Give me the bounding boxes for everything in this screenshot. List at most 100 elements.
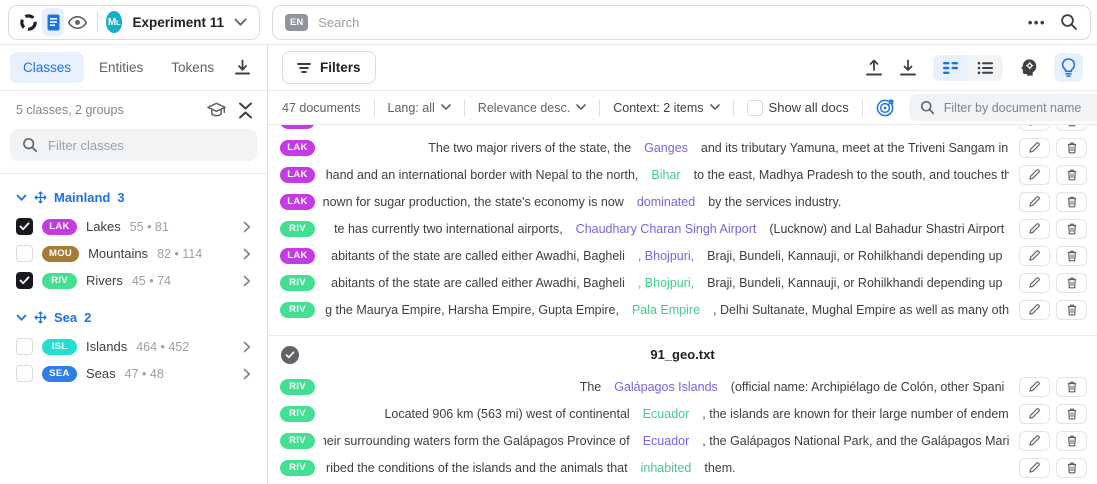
- chevron-down-icon[interactable]: [16, 194, 27, 202]
- divider: [97, 12, 98, 32]
- class-group-header[interactable]: Sea 2: [14, 306, 259, 333]
- delete-button[interactable]: [1056, 192, 1087, 212]
- annotation-row[interactable]: RIV Located 906 km (563 mi) west of cont…: [268, 400, 1097, 427]
- edit-button[interactable]: [1019, 273, 1050, 293]
- edit-button[interactable]: [1019, 219, 1050, 239]
- edit-button[interactable]: [1019, 246, 1050, 266]
- sync-button[interactable]: [17, 8, 40, 36]
- annotation-row[interactable]: RIV The Galápagos Islands (official name…: [268, 373, 1097, 400]
- chevron-right-icon[interactable]: [243, 368, 251, 380]
- class-checkbox[interactable]: [16, 365, 33, 382]
- card-view-button[interactable]: [933, 55, 968, 81]
- collapse-all-icon[interactable]: [238, 102, 253, 119]
- class-name: Islands: [86, 339, 127, 354]
- move-icon[interactable]: [34, 191, 47, 204]
- chevron-right-icon[interactable]: [243, 248, 251, 260]
- context-dropdown[interactable]: Context: 2 items: [613, 101, 719, 115]
- annotation-badge: LAK: [280, 194, 315, 210]
- suggestions-button[interactable]: [1054, 53, 1083, 82]
- class-checkbox[interactable]: [16, 272, 33, 289]
- annotation-row[interactable]: LAK The two major rivers of the state, t…: [268, 134, 1097, 161]
- edit-button[interactable]: [1019, 377, 1050, 397]
- chevron-right-icon[interactable]: [243, 341, 251, 353]
- context-right: Braji, Bundeli, Kannauji, or Rohilkhandi…: [707, 249, 1009, 263]
- edit-button[interactable]: [1019, 431, 1050, 451]
- row-actions: [1019, 165, 1087, 185]
- class-group-header[interactable]: Mainland 3: [14, 186, 259, 213]
- filters-button[interactable]: Filters: [282, 51, 376, 84]
- entity-text: Ecuador: [643, 434, 690, 448]
- delete-button[interactable]: [1056, 219, 1087, 239]
- annotation-row[interactable]: RIV abitants of the state are called eit…: [268, 269, 1097, 296]
- psychology-icon[interactable]: [1019, 58, 1038, 77]
- delete-button[interactable]: [1056, 246, 1087, 266]
- download-icon[interactable]: [899, 59, 917, 77]
- view-toggle: [933, 55, 1003, 81]
- delete-button[interactable]: [1056, 404, 1087, 424]
- edit-button[interactable]: [1019, 458, 1050, 478]
- list-view-button[interactable]: [968, 55, 1003, 81]
- preview-button[interactable]: [66, 8, 89, 36]
- language-badge[interactable]: EN: [285, 14, 308, 31]
- document-header: 91_geo.txt: [268, 335, 1097, 369]
- edit-button[interactable]: [1019, 165, 1050, 185]
- document-filter-input[interactable]: [944, 101, 1097, 115]
- class-filter-input[interactable]: [48, 138, 245, 153]
- workspace-name[interactable]: Experiment 11: [132, 15, 224, 30]
- delete-button[interactable]: [1056, 165, 1087, 185]
- context-right: by the services industry.: [708, 195, 1009, 209]
- row-actions: [1019, 300, 1087, 320]
- group-name: Mainland: [54, 190, 110, 205]
- row-actions: [1019, 404, 1087, 424]
- edit-button[interactable]: [1019, 404, 1050, 424]
- annotation-row[interactable]: RIV te has currently two international a…: [268, 215, 1097, 242]
- annotation-row[interactable]: RIV g the Maurya Empire, Harsha Empire, …: [268, 296, 1097, 323]
- annotation-row[interactable]: RIV ribed the conditions of the islands …: [268, 454, 1097, 481]
- annotation-row[interactable]: LAK: [268, 125, 1097, 134]
- chevron-down-icon[interactable]: [234, 18, 247, 27]
- documents-view-button[interactable]: [42, 8, 65, 36]
- annotation-row[interactable]: LAK abitants of the state are called eit…: [268, 242, 1097, 269]
- edit-button[interactable]: [1019, 192, 1050, 212]
- delete-button[interactable]: [1056, 138, 1087, 158]
- class-checkbox[interactable]: [16, 245, 33, 262]
- trash-icon: [1067, 196, 1077, 208]
- annotation-row[interactable]: LAK hand and an international border wit…: [268, 161, 1097, 188]
- download-classes-icon[interactable]: [234, 59, 251, 76]
- class-checkbox[interactable]: [16, 338, 33, 355]
- chevron-right-icon[interactable]: [243, 275, 251, 287]
- chevron-right-icon[interactable]: [243, 221, 251, 233]
- edit-button[interactable]: [1019, 300, 1050, 320]
- search-icon[interactable]: [1060, 13, 1078, 31]
- edit-button[interactable]: [1019, 125, 1050, 131]
- delete-button[interactable]: [1056, 458, 1087, 478]
- delete-button[interactable]: [1056, 300, 1087, 320]
- annotation-badge: LAK: [280, 125, 315, 129]
- delete-button[interactable]: [1056, 273, 1087, 293]
- target-icon[interactable]: [876, 98, 895, 117]
- class-tree: Mainland 3 LAK Lakes 55 • 81 MOU Mountai…: [0, 174, 267, 399]
- school-icon[interactable]: [207, 102, 226, 118]
- lang-dropdown[interactable]: Lang: all: [388, 101, 451, 115]
- delete-button[interactable]: [1056, 125, 1087, 131]
- tab-entities[interactable]: Entities: [86, 52, 156, 83]
- move-icon[interactable]: [34, 311, 47, 324]
- edit-button[interactable]: [1019, 138, 1050, 158]
- class-checkbox[interactable]: [16, 218, 33, 235]
- chevron-down-icon[interactable]: [16, 314, 27, 322]
- annotation-row[interactable]: LAK nown for sugar production, the state…: [268, 188, 1097, 215]
- document-title[interactable]: 91_geo.txt: [268, 347, 1097, 362]
- more-options-button[interactable]: •••: [1028, 15, 1046, 30]
- check-circle-icon[interactable]: [281, 346, 299, 364]
- tab-tokens[interactable]: Tokens: [158, 52, 227, 83]
- annotation-row[interactable]: RIV heir surrounding waters form the Gal…: [268, 427, 1097, 454]
- sort-dropdown[interactable]: Relevance desc.: [478, 101, 586, 115]
- search-input[interactable]: [318, 15, 1018, 30]
- show-all-docs-checkbox[interactable]: [747, 100, 763, 116]
- tab-classes[interactable]: Classes: [10, 52, 84, 83]
- delete-button[interactable]: [1056, 377, 1087, 397]
- context-left: abitants of the state are called either …: [323, 249, 625, 263]
- delete-button[interactable]: [1056, 431, 1087, 451]
- upload-icon[interactable]: [865, 59, 883, 77]
- show-all-docs-toggle: Show all docs: [747, 100, 849, 116]
